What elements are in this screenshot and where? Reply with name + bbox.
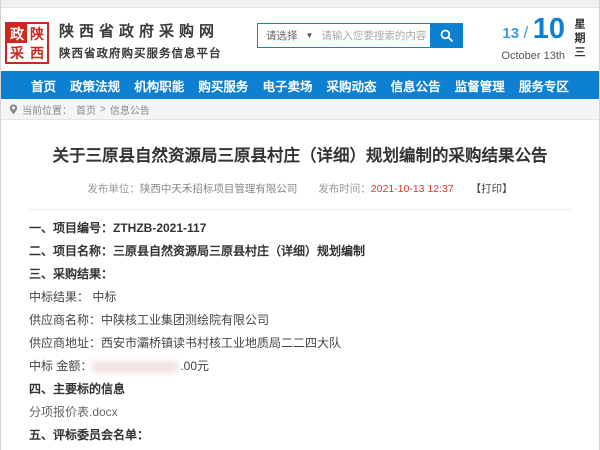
nav-item-announcements[interactable]: 信息公告 <box>391 76 441 95</box>
date-month: 10 <box>533 13 565 45</box>
divider <box>29 209 571 210</box>
article-content: 关于三原县自然资源局三原县村庄（详细）规划编制的采购结果公告 发布单位：陕西中天… <box>1 142 599 450</box>
nav-item-policy[interactable]: 政策法规 <box>70 76 120 95</box>
bid-result-label: 中标结果： <box>29 290 89 304</box>
bid-amount-suffix: .00元 <box>180 359 209 373</box>
search-icon <box>440 29 453 42</box>
date-day: 13 <box>502 25 519 42</box>
bid-result-line: 中标结果： 中标 <box>29 289 571 305</box>
site-titles: 陕西省政府采购网 陕西省政府购买服务信息平台 <box>59 20 222 61</box>
supplier-name-line: 供应商名称：中陕核工业集团测绘院有限公司 <box>29 312 571 328</box>
nav-item-e-market[interactable]: 电子卖场 <box>262 76 312 95</box>
date-display: 13 / 10 October 13th <box>501 14 565 62</box>
article-meta: 发布单位：陕西中天禾招标项目管理有限公司 发布时间：2021-10-13 12:… <box>29 181 571 196</box>
search-select-label: 请选择 <box>266 28 298 43</box>
search-button[interactable] <box>430 23 463 48</box>
site-logo[interactable]: 政 陕 采 西 <box>5 22 49 64</box>
print-button[interactable]: 【打印】 <box>471 183 513 195</box>
location-pin-icon <box>9 104 18 115</box>
article-body: 一、项目编号：ZTHZB-2021-117 二、项目名称：三原县自然资源局三原县… <box>29 220 571 443</box>
nav-item-supervision[interactable]: 监督管理 <box>455 76 505 95</box>
committee-heading: 五、评标委员会名单： <box>29 427 571 443</box>
supplier-address-label: 供应商地址： <box>29 336 101 350</box>
supplier-address-value: 西安市灞桥镇读书村核工业地质局二二四大队 <box>101 336 341 350</box>
search-category-select[interactable]: 请选择 ▼ <box>258 24 321 47</box>
breadcrumb-prefix: 当前位置： <box>22 102 72 117</box>
supplier-name-value: 中陕核工业集团测绘院有限公司 <box>101 313 269 327</box>
project-name-value: 三原县自然资源局三原县村庄（详细）规划编制 <box>113 244 365 258</box>
supplier-name-label: 供应商名称： <box>29 313 101 327</box>
logo-char: 西 <box>27 43 47 62</box>
nav-item-procurement-news[interactable]: 采购动态 <box>327 76 377 95</box>
breadcrumb-current[interactable]: 信息公告 <box>110 102 150 117</box>
search-box: 请选择 ▼ <box>257 23 463 48</box>
project-number-line: 一、项目编号：ZTHZB-2021-117 <box>29 220 571 236</box>
breadcrumb: 当前位置： 首页 > 信息公告 <box>1 99 599 120</box>
date-numeric: 13 / 10 <box>501 14 565 49</box>
supplier-address-line: 供应商地址：西安市灞桥镇读书村核工业地质局二二四大队 <box>29 335 571 351</box>
chevron-down-icon: ▼ <box>306 31 314 40</box>
breadcrumb-separator: > <box>100 104 106 115</box>
subject-info-heading: 四、主要标的信息 <box>29 381 571 397</box>
date-english: October 13th <box>501 50 565 62</box>
page-title: 关于三原县自然资源局三原县村庄（详细）规划编制的采购结果公告 <box>29 142 571 166</box>
bid-amount-label: 中标 金额： <box>29 359 92 373</box>
nav-item-home[interactable]: 首页 <box>31 76 56 95</box>
nav-item-service-zone[interactable]: 服务专区 <box>519 76 569 95</box>
publish-time-value: 2021-10-13 12:37 <box>371 183 454 195</box>
logo-char: 采 <box>7 43 27 62</box>
nav-item-purchase-service[interactable]: 购买服务 <box>198 76 248 95</box>
logo-char: 政 <box>7 24 27 43</box>
weekday-label: 星期三 <box>571 18 587 60</box>
search-input[interactable] <box>321 24 431 47</box>
result-section-heading: 三、采购结果： <box>29 266 571 282</box>
date-slash: / <box>524 23 529 42</box>
project-number-label: 一、项目编号： <box>29 221 113 235</box>
project-number-value: ZTHZB-2021-117 <box>113 221 206 235</box>
logo-char: 陕 <box>27 24 47 43</box>
redacted-amount <box>92 361 178 373</box>
publish-time-label: 发布时间： <box>318 183 371 195</box>
nav-item-functions[interactable]: 机构职能 <box>134 76 184 95</box>
page: 政 陕 采 西 陕西省政府采购网 陕西省政府购买服务信息平台 请选择 ▼ <box>0 0 600 450</box>
bid-amount-line: 中标 金额： .00元 <box>29 358 571 374</box>
project-name-line: 二、项目名称：三原县自然资源局三原县村庄（详细）规划编制 <box>29 243 571 259</box>
site-title: 陕西省政府采购网 <box>59 20 222 41</box>
site-subtitle: 陕西省政府购买服务信息平台 <box>59 45 222 61</box>
site-header: 政 陕 采 西 陕西省政府采购网 陕西省政府购买服务信息平台 请选择 ▼ <box>1 8 599 71</box>
bid-result-value: 中标 <box>92 290 116 304</box>
breadcrumb-home-link[interactable]: 首页 <box>76 102 96 117</box>
attachment-link[interactable]: 分项报价表.docx <box>29 404 571 420</box>
top-strip <box>1 0 599 8</box>
publisher-label: 发布单位： <box>87 183 140 195</box>
publisher-value: 陕西中天禾招标项目管理有限公司 <box>140 183 298 195</box>
main-nav: 首页 政策法规 机构职能 购买服务 电子卖场 采购动态 信息公告 监督管理 服务… <box>1 71 599 99</box>
project-name-label: 二、项目名称： <box>29 244 113 258</box>
